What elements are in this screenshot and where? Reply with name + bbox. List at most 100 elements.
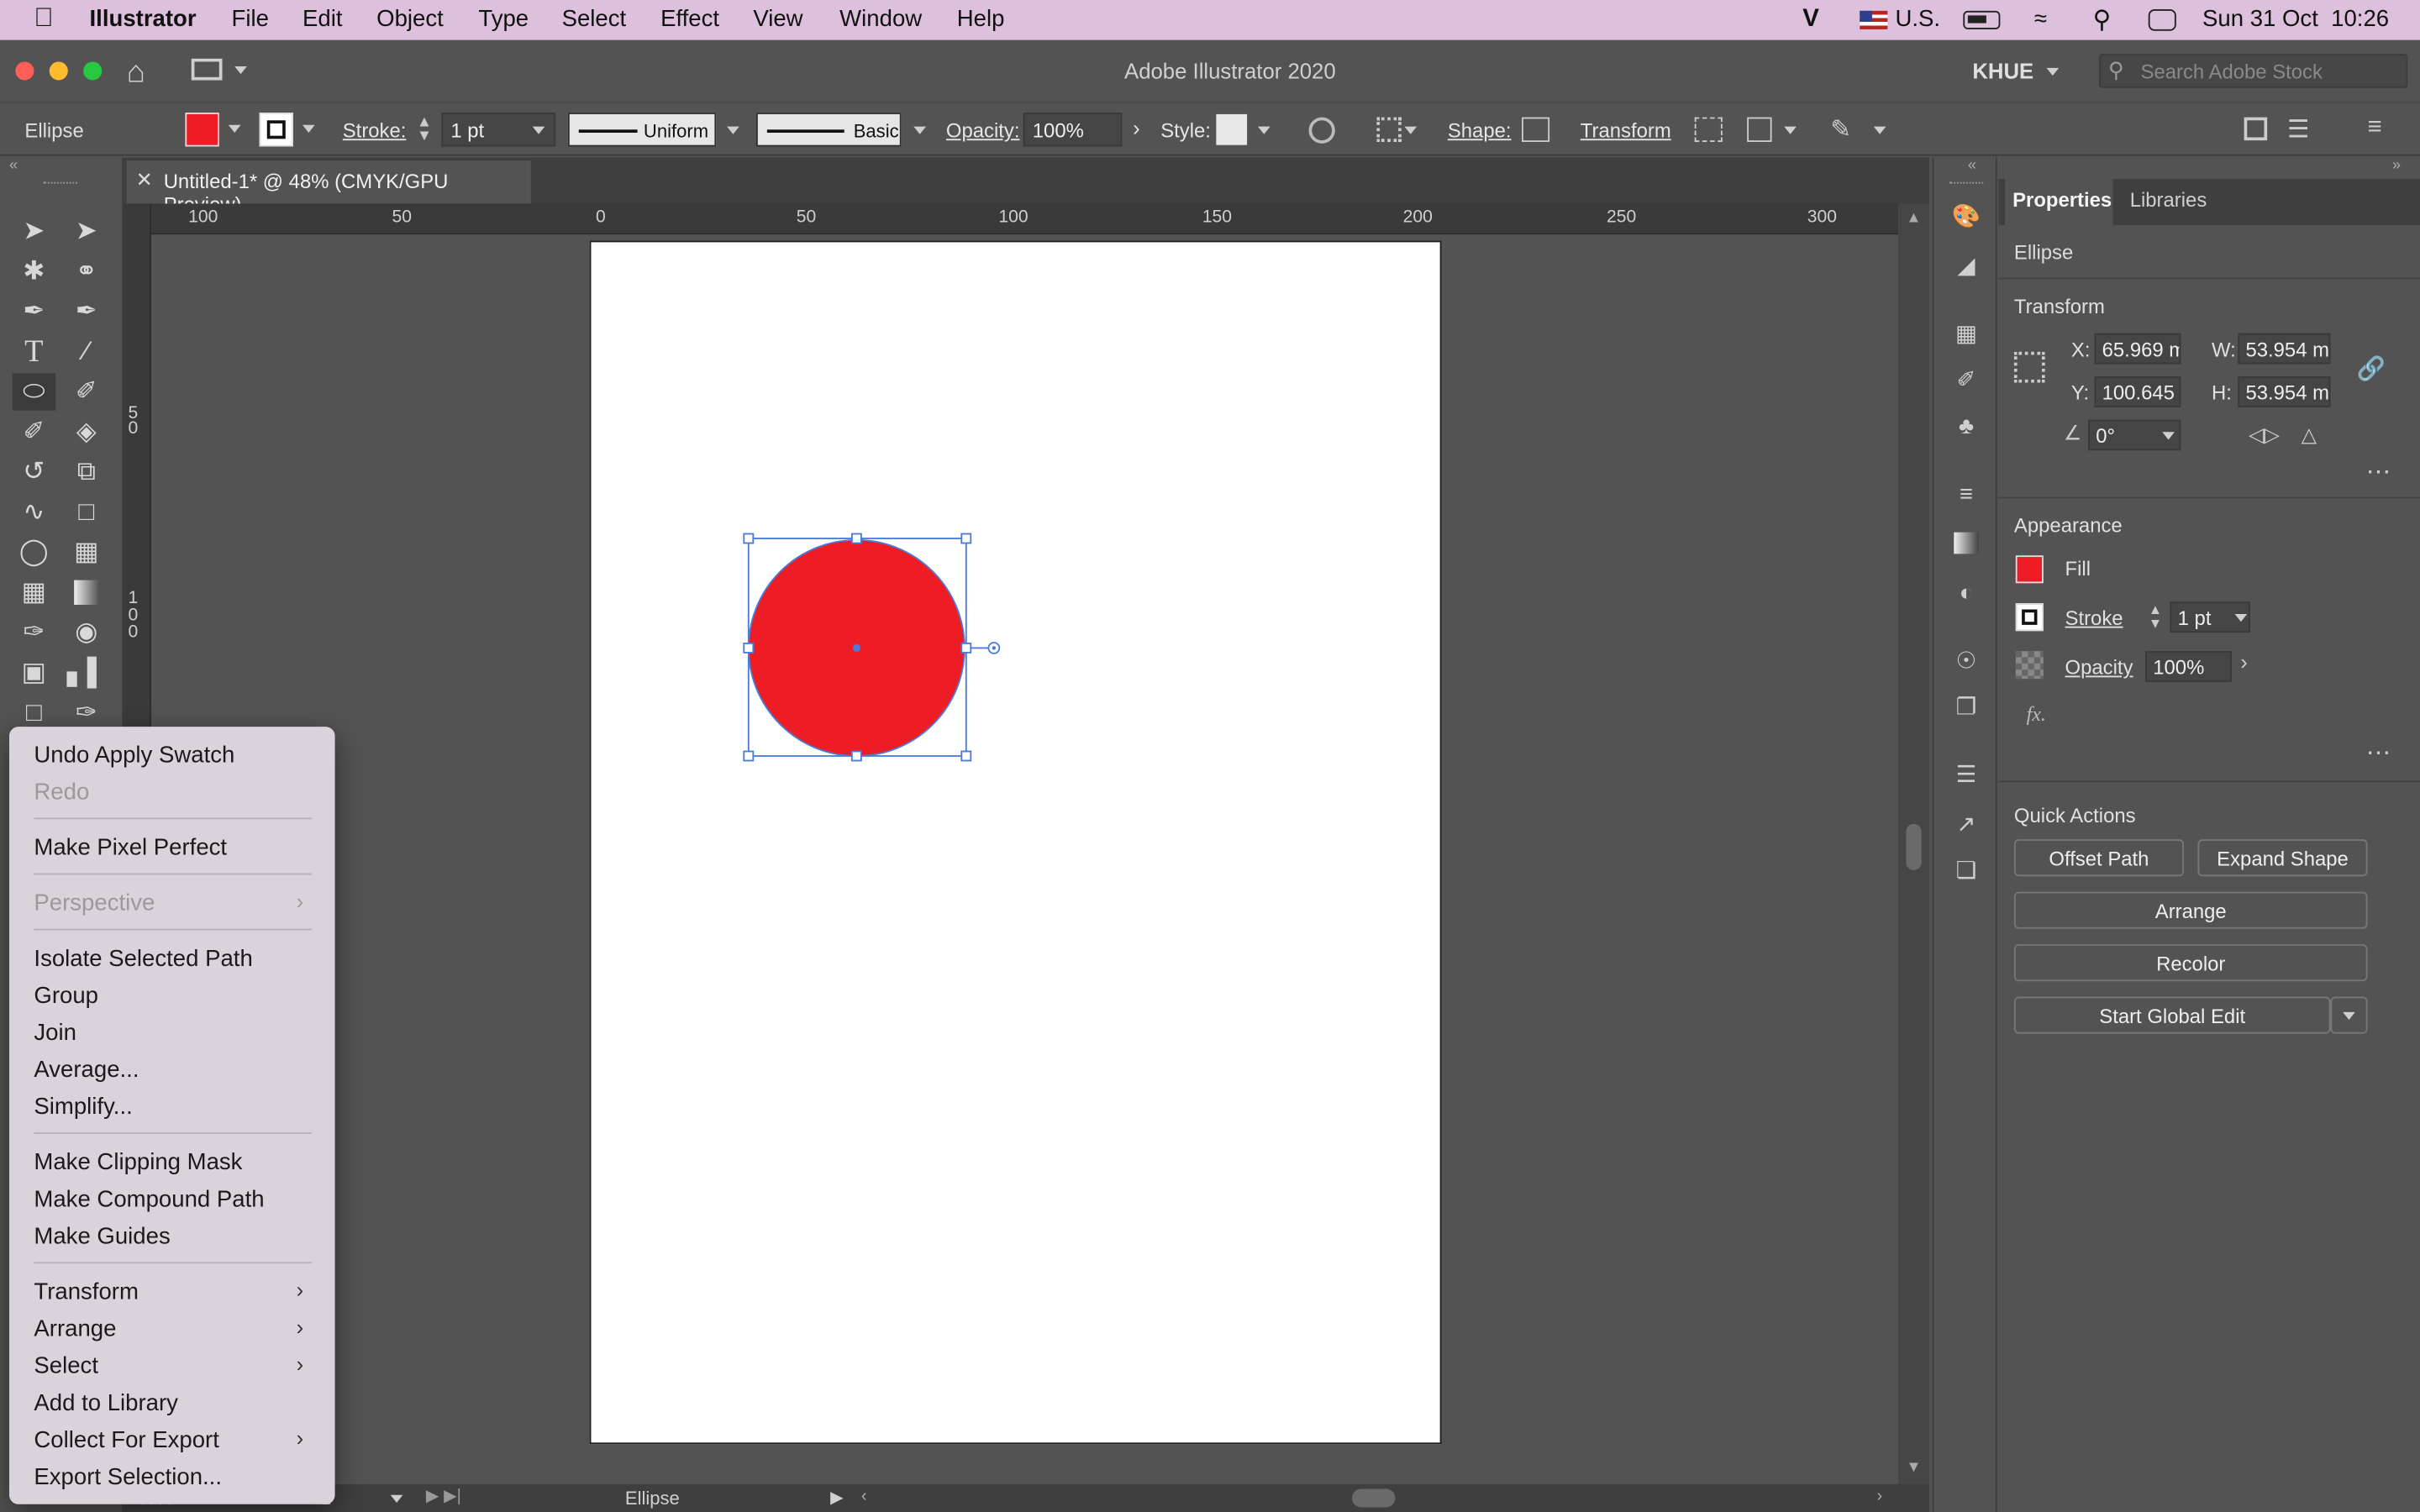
document-tab[interactable]: Untitled-1* @ 48% (CMYK/GPU Preview) [126,160,531,216]
zoom-window-button[interactable] [83,61,103,81]
scroll-up-icon[interactable]: ▲ [1906,210,1921,227]
opacity-arrow-icon[interactable]: › [2233,649,2255,680]
menu-edit[interactable]: Edit [302,6,342,32]
menu-help[interactable]: Help [957,6,1005,32]
blend-tool-icon[interactable]: ◉ [65,614,108,651]
tab-properties[interactable]: Properties [2012,188,2112,212]
user-menu[interactable]: KHUE [1972,59,2033,83]
menu-select[interactable]: Select [562,6,627,32]
global-edit-options-button[interactable] [2330,996,2368,1034]
status-object-label[interactable]: Ellipse [625,1488,680,1509]
brushes-icon[interactable]: ✐ [1949,364,1983,395]
stroke-chevron-icon[interactable] [302,124,315,133]
eraser-tool-icon[interactable]: ◈ [65,413,108,450]
color-guide-icon[interactable]: ◢ [1949,250,1983,281]
rotate-chevron-icon[interactable] [2162,432,2175,440]
stroke-panel-icon[interactable]: ≡ [1949,478,1983,509]
swatches-icon[interactable]: ▦ [1949,318,1983,349]
artboard[interactable] [589,240,1442,1445]
align-grid-icon[interactable] [1376,117,1402,142]
opacity-field[interactable]: 100% [2145,651,2232,682]
appearance-panel-icon[interactable]: ☉ [1949,645,1983,676]
stroke-label[interactable]: Stroke [2065,606,2123,630]
stroke-color-swatch[interactable] [2015,603,2044,632]
vpn-icon[interactable]: V [1802,6,1819,34]
mesh-tool-icon[interactable]: ▦ [13,574,55,611]
resize-handle[interactable] [743,642,755,654]
horizontal-scroll-thumb[interactable] [1351,1488,1396,1508]
graphic-style-swatch[interactable] [1216,113,1248,145]
status-arrow-icon[interactable]: ▶ [830,1488,844,1507]
x-field[interactable]: 65.969 m [2094,333,2181,365]
recolor-button[interactable]: Recolor [2013,944,2368,982]
warp-icon[interactable] [1747,117,1772,142]
close-window-button[interactable] [15,61,34,81]
stroke-stepper-icon[interactable]: ▲ ▼ [417,115,432,144]
width-field[interactable]: 53.954 m [2238,333,2331,365]
selected-ellipse[interactable] [734,524,1013,771]
perspective-grid-tool-icon[interactable]: ▦ [65,534,108,571]
opacity-label[interactable]: Opacity [2065,656,2133,680]
direct-selection-tool-icon[interactable]: ➤ [65,213,108,249]
ellipse-tool-icon[interactable]: ⬭ [12,373,56,411]
spotlight-search-icon[interactable]: ⚲ [2093,5,2112,36]
opacity-field[interactable]: 100% [1023,113,1123,147]
menu-file[interactable]: File [232,6,269,32]
menu-item-make-pixel-perfect[interactable]: Make Pixel Perfect [34,835,227,861]
slice-tool-icon[interactable]: ✑ [65,695,108,732]
menu-view[interactable]: View [753,6,802,32]
expand-shape-button[interactable]: Expand Shape [2197,839,2368,877]
align-chevron-icon[interactable] [1404,126,1418,134]
collapse-panel-icon[interactable]: » [2392,157,2401,174]
more-transform-options-icon[interactable]: ⋯ [2366,457,2391,488]
effects-button[interactable]: fx. [2027,702,2046,727]
graphic-styles-icon[interactable]: ❐ [1949,691,1983,722]
type-tool-icon[interactable]: T [13,333,55,370]
input-source-label[interactable]: U.S. [1896,6,1941,32]
control-center-icon[interactable] [2148,9,2176,31]
free-transform-tool-icon[interactable]: □ [65,494,108,531]
battery-icon[interactable] [1963,10,2001,29]
transform-label[interactable]: Transform [1581,118,1671,142]
fill-chevron-icon[interactable] [228,124,241,133]
shape-properties-icon[interactable] [1522,117,1550,142]
menu-item-make-compound-path[interactable]: Make Compound Path [34,1186,264,1212]
panel-menu-icon[interactable]: ≡ [2368,114,2382,142]
selection-tool-icon[interactable]: ➤ [13,213,55,249]
align-to-pixel-icon[interactable] [1694,117,1723,142]
paintbrush-tool-icon[interactable]: ✐ [65,373,108,410]
artboard-nav-icon[interactable]: ▶ ▶| [426,1486,461,1506]
minimize-window-button[interactable] [49,61,68,81]
constrain-proportions-icon[interactable]: 🔗 [2357,354,2386,382]
resize-handle[interactable] [960,533,972,544]
layers-icon[interactable]: ☰ [1949,759,1983,790]
brush-chevron-icon[interactable] [913,126,927,134]
stroke-label[interactable]: Stroke: [343,118,407,142]
wifi-icon[interactable]: ≈ [2034,6,2047,32]
lasso-tool-icon[interactable]: ⚭ [65,253,108,290]
vertical-scrollbar[interactable]: ▲ ▼ [1898,203,1929,1488]
curvature-tool-icon[interactable]: ✒ [65,293,108,330]
warp-chevron-icon[interactable] [1784,126,1797,134]
magic-wand-tool-icon[interactable]: ✱ [13,253,55,290]
menu-item-simplify[interactable]: Simplify... [34,1094,132,1120]
workspace-layout-chevron-icon[interactable] [234,66,247,75]
shape-label[interactable]: Shape: [1448,118,1512,142]
resize-handle[interactable] [850,533,862,544]
menu-item-export-selection[interactable]: Export Selection... [34,1464,222,1490]
reference-point-icon[interactable] [2013,351,2045,383]
adobe-stock-search-input[interactable]: Search Adobe Stock [2098,54,2408,88]
gradient-panel-icon[interactable] [1949,528,1983,559]
more-appearance-options-icon[interactable]: ⋯ [2366,738,2391,769]
brush-definition[interactable]: Basic [755,113,902,147]
offset-path-button[interactable]: Offset Path [2013,839,2184,877]
shape-builder-tool-icon[interactable]: ◯ [13,534,55,571]
expand-panels-icon[interactable]: « [1968,157,1976,174]
close-document-icon[interactable]: ✕ [136,168,153,192]
flip-horizontal-icon[interactable]: ◁▷ [2249,423,2280,447]
resize-handle[interactable] [960,750,972,762]
line-segment-tool-icon[interactable]: ∕ [65,333,108,370]
menu-item-transform[interactable]: Transform [34,1279,139,1305]
opacity-arrow-icon[interactable]: › [1133,116,1140,140]
menu-app-name[interactable]: Illustrator [90,6,197,32]
